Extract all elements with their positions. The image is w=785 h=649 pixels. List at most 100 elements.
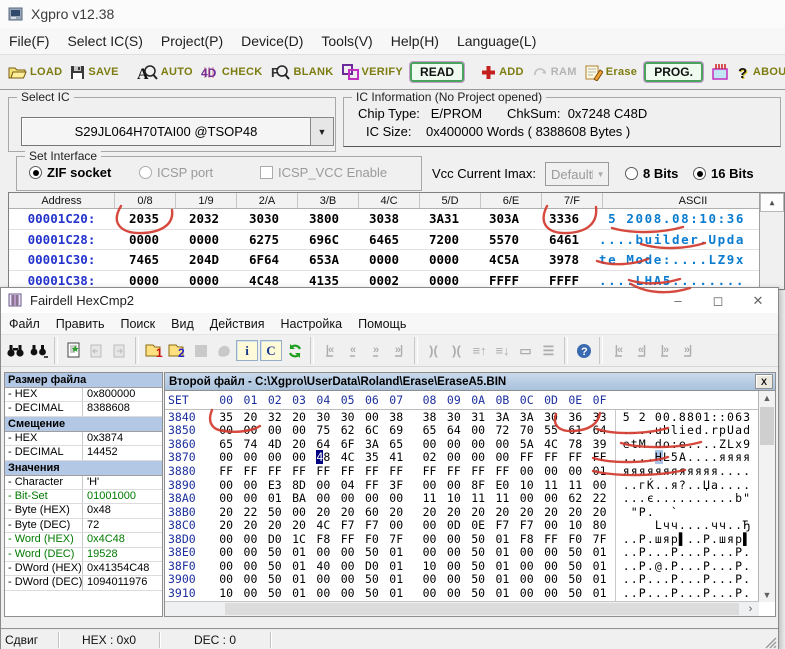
- hex-row[interactable]: 00001C28:000000006275696C646572005570646…: [9, 230, 784, 251]
- first-diff-icon[interactable]: |«: [318, 339, 341, 362]
- hex-row-3900[interactable]: 390000005001000050010000500100005001..P.…: [165, 573, 775, 587]
- byte-cell[interactable]: 32: [263, 410, 287, 424]
- close-button[interactable]: ✕: [738, 288, 778, 313]
- byte-cell[interactable]: 00: [442, 559, 466, 573]
- byte-cell[interactable]: 62: [563, 491, 587, 505]
- byte-cell[interactable]: 41: [384, 450, 408, 464]
- byte-cell[interactable]: 50: [263, 572, 287, 586]
- byte-cell[interactable]: 20: [287, 437, 311, 451]
- byte-cell[interactable]: 40: [311, 559, 335, 573]
- hex-vertical-scrollbar[interactable]: ▲ ▼: [758, 391, 775, 602]
- open-file1-icon[interactable]: 1: [143, 339, 166, 362]
- byte-cell[interactable]: 4C: [335, 450, 359, 464]
- hex-row-3880[interactable]: 3880FFFFFFFFFFFFFFFFFFFFFFFF00000001яяяя…: [165, 464, 775, 478]
- byte-cell[interactable]: FF: [563, 450, 587, 464]
- help-icon[interactable]: ?: [572, 339, 595, 362]
- byte-cell[interactable]: 00: [442, 545, 466, 559]
- bits16-radio[interactable]: 16 Bits: [693, 166, 754, 181]
- xgpro-menu-device-d-[interactable]: Device(D): [232, 30, 312, 52]
- byte-cell[interactable]: 33: [587, 410, 611, 424]
- byte-cell[interactable]: 11: [563, 478, 587, 492]
- byte-cell[interactable]: 35: [214, 410, 238, 424]
- byte-cell[interactable]: 00: [442, 532, 466, 546]
- first-byte-icon[interactable]: |«: [607, 339, 630, 362]
- byte-cell[interactable]: 01: [490, 532, 514, 546]
- byte-cell[interactable]: 20: [287, 518, 311, 532]
- byte-cell[interactable]: 00: [417, 437, 441, 451]
- hexcmp-menu-настройка[interactable]: Настройка: [273, 315, 351, 333]
- byte-cell[interactable]: 50: [263, 586, 287, 600]
- byte-cell[interactable]: 50: [563, 559, 587, 573]
- byte-cell[interactable]: 00: [311, 586, 335, 600]
- byte-cell[interactable]: 5A: [515, 437, 539, 451]
- byte-cell[interactable]: 11: [466, 491, 490, 505]
- byte-cell[interactable]: FF: [539, 450, 563, 464]
- hex-row-3890[interactable]: 38900000E38D0004FF3F00008FE010111100..гЌ…: [165, 478, 775, 492]
- byte-cell[interactable]: 20: [515, 505, 539, 519]
- byte-cell[interactable]: 39: [587, 437, 611, 451]
- toolbar-read-button[interactable]: READ: [410, 62, 464, 82]
- refresh-icon[interactable]: [283, 339, 306, 362]
- scroll-up-icon[interactable]: ▲: [759, 391, 775, 405]
- icsp-port-radio[interactable]: ICSP port: [139, 165, 213, 180]
- byte-cell[interactable]: 11: [539, 478, 563, 492]
- ascii-cell[interactable]: ..Р.шяр▌..P.шяр▌: [615, 532, 775, 546]
- byte-cell[interactable]: 50: [360, 572, 384, 586]
- byte-cell[interactable]: 01: [384, 586, 408, 600]
- byte-cell[interactable]: 00: [587, 478, 611, 492]
- byte-cell[interactable]: 50: [466, 586, 490, 600]
- ascii-cell[interactable]: ..P...P...P...P.: [615, 572, 775, 586]
- byte-cell[interactable]: 60: [360, 505, 384, 519]
- byte-cell[interactable]: 4D: [263, 437, 287, 451]
- byte-cell[interactable]: 00: [563, 464, 587, 478]
- byte-cell[interactable]: 22: [238, 505, 262, 519]
- byte-cell[interactable]: 50: [360, 586, 384, 600]
- byte-cell[interactable]: 00: [490, 437, 514, 451]
- byte-cell[interactable]: FF: [238, 464, 262, 478]
- xgpro-hex-table[interactable]: Address0/81/92/A3/B4/C5/D6/E7/FASCII 000…: [8, 192, 785, 290]
- bits8-circle[interactable]: [625, 167, 638, 180]
- hexcmp-menu-поиск[interactable]: Поиск: [112, 315, 163, 333]
- ascii-cell[interactable]: etM do:e....ZLx9: [615, 437, 775, 451]
- ascii-cell[interactable]: яяяяяяяяяяяя....: [615, 464, 775, 478]
- hexcmp-menu-файл[interactable]: Файл: [1, 315, 48, 333]
- compare-toggle-icon[interactable]: C: [260, 340, 282, 361]
- byte-cell[interactable]: FF: [263, 464, 287, 478]
- byte-cell[interactable]: 00: [238, 478, 262, 492]
- byte-cell[interactable]: 20: [214, 505, 238, 519]
- ascii-cell[interactable]: Lчч....чч..Ђ: [615, 518, 775, 532]
- byte-cell[interactable]: F8: [515, 532, 539, 546]
- byte-cell[interactable]: 00: [466, 423, 490, 437]
- byte-cell[interactable]: 00: [384, 491, 408, 505]
- byte-cell[interactable]: 00: [335, 559, 359, 573]
- byte-cell[interactable]: 50: [466, 545, 490, 559]
- byte-cell[interactable]: 0E: [466, 518, 490, 532]
- prev-diff-icon[interactable]: «: [341, 339, 364, 362]
- ic-select-dropdown-button[interactable]: ▼: [310, 117, 334, 146]
- byte-cell[interactable]: 01: [287, 572, 311, 586]
- byte-cell[interactable]: 00: [442, 572, 466, 586]
- panel-close-icon[interactable]: X: [755, 374, 773, 389]
- byte-cell[interactable]: 10: [417, 559, 441, 573]
- byte-cell[interactable]: 11: [490, 491, 514, 505]
- zif-socket-radio[interactable]: ZIF socket: [29, 165, 111, 180]
- byte-cell[interactable]: 6C: [360, 423, 384, 437]
- byte-cell[interactable]: 01: [587, 559, 611, 573]
- byte-cell[interactable]: 64: [311, 437, 335, 451]
- hscroll-thumb[interactable]: [225, 603, 739, 615]
- byte-cell[interactable]: FF: [442, 464, 466, 478]
- toolbar-blank-button[interactable]: FBLANK: [267, 62, 338, 82]
- byte-cell[interactable]: 10: [442, 491, 466, 505]
- byte-cell[interactable]: 00: [539, 545, 563, 559]
- byte-cell[interactable]: 00: [539, 518, 563, 532]
- byte-cell[interactable]: 01: [490, 586, 514, 600]
- toolbar-about-button[interactable]: ?ABOUT: [734, 63, 785, 82]
- byte-cell[interactable]: F8: [311, 532, 335, 546]
- ic-select-combo[interactable]: S29JL064H70TAI00 @TSOP48: [21, 117, 311, 146]
- vscroll-thumb[interactable]: [760, 407, 774, 445]
- byte-cell[interactable]: E0: [490, 478, 514, 492]
- byte-cell[interactable]: 01: [490, 572, 514, 586]
- byte-cell[interactable]: 50: [360, 545, 384, 559]
- byte-cell[interactable]: 00: [417, 532, 441, 546]
- hex-row[interactable]: 00001C20:203520323030380030383A31303A333…: [9, 209, 784, 230]
